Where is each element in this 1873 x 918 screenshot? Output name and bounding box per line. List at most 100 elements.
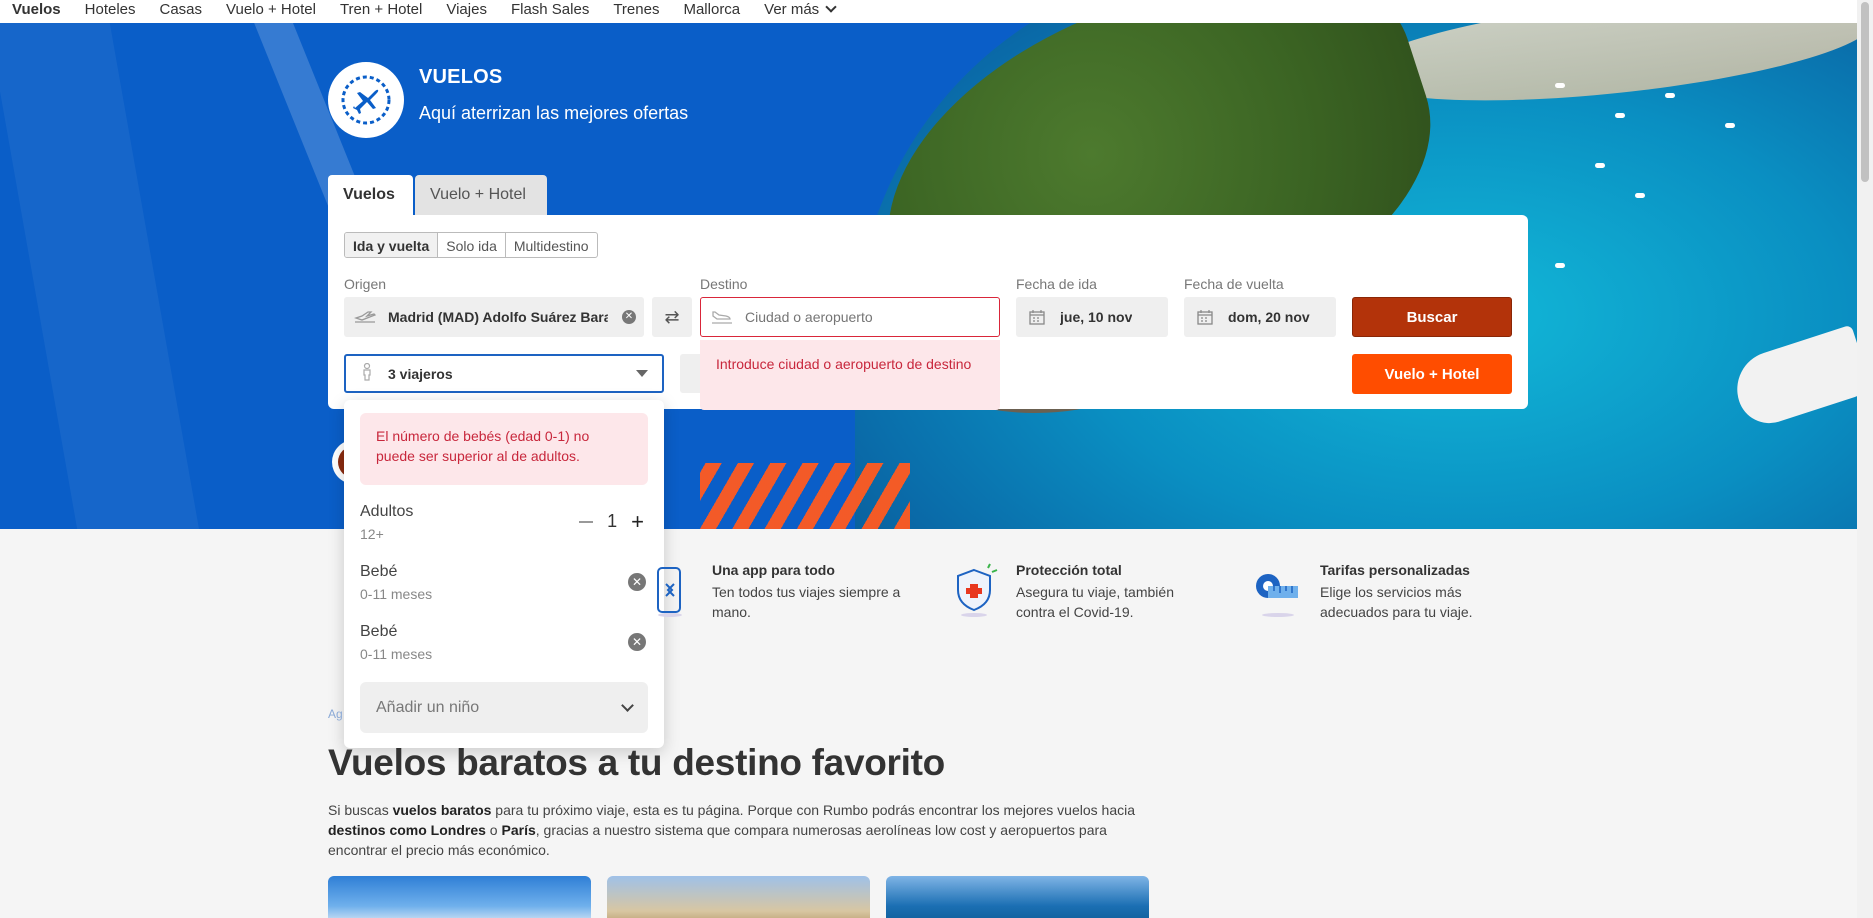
plane-landing-icon	[711, 306, 733, 328]
adults-count: 1	[607, 511, 618, 531]
intro-link-paris[interactable]: París	[502, 822, 536, 838]
class-selector[interactable]	[680, 354, 700, 393]
destination-error-message: Introduce ciudad o aeropuerto de destino	[700, 340, 1000, 410]
intro-paragraph: Si buscas vuelos baratos para tu próximo…	[328, 800, 1148, 860]
infant-label: Bebé	[360, 563, 398, 580]
intro-link-london[interactable]: destinos como Londres	[328, 822, 486, 838]
adults-stepper: 1 +	[579, 510, 644, 532]
yacht-shape	[1727, 324, 1857, 432]
nav-flash-sales[interactable]: Flash Sales	[511, 2, 589, 17]
plane-logo	[328, 62, 404, 138]
nav-casas[interactable]: Casas	[160, 2, 203, 17]
caret-down-icon	[636, 370, 648, 377]
swap-button[interactable]: ⇄	[652, 297, 692, 337]
page-scrollbar[interactable]	[1857, 0, 1873, 918]
depart-date-label: Fecha de ida	[1016, 276, 1097, 292]
tab-vuelo-hotel[interactable]: Vuelo + Hotel	[415, 175, 547, 215]
boat-shape	[1555, 83, 1565, 88]
nav-mallorca[interactable]: Mallorca	[683, 2, 740, 17]
measuring-tape-icon	[1256, 574, 1298, 617]
feature-title: Protección total	[1016, 562, 1122, 578]
chevron-down-icon	[825, 1, 837, 13]
remove-infant-icon[interactable]: ✕	[628, 573, 646, 591]
search-button[interactable]: Buscar	[1352, 297, 1512, 337]
nav-hoteles[interactable]: Hoteles	[85, 2, 136, 17]
swap-arrows-icon: ⇄	[664, 306, 680, 327]
nav-vuelos[interactable]: Vuelos	[12, 2, 61, 17]
boat-shape	[1615, 113, 1625, 118]
infant-label: Bebé	[360, 623, 398, 640]
depart-date-field[interactable]: jue, 10 nov	[1016, 297, 1168, 337]
origin-value: Madrid (MAD) Adolfo Suárez Barajas	[388, 309, 608, 325]
infant-age: 0-11 meses	[360, 586, 433, 602]
origin-label: Origen	[344, 276, 387, 292]
origin-field[interactable]: Madrid (MAD) Adolfo Suárez Barajas ✕	[344, 297, 644, 337]
feature-desc: Elige los servicios más adecuados para t…	[1320, 584, 1473, 620]
infant-age: 0-11 meses	[360, 646, 433, 662]
return-date-value: dom, 20 nov	[1228, 309, 1310, 325]
destination-field[interactable]	[700, 297, 1000, 337]
hero-title: VUELOS	[419, 66, 503, 88]
trip-type-selector: Ida y vuelta Solo ida Multidestino	[344, 232, 598, 258]
plane-takeoff-icon	[354, 306, 376, 328]
remove-infant-icon[interactable]: ✕	[628, 633, 646, 651]
add-child-label: Añadir un niño	[376, 698, 480, 716]
hero-subtitle: Aquí aterrizan las mejores ofertas	[419, 103, 689, 123]
breadcrumb[interactable]: Ag	[328, 707, 343, 721]
chevron-down-icon	[621, 699, 634, 712]
destination-label: Destino	[700, 276, 748, 292]
feature-desc: Asegura tu viaje, también contra el Covi…	[1016, 584, 1174, 620]
feature-desc: Ten todos tus viajes siempre a mano.	[712, 584, 901, 620]
nav-vuelo-hotel[interactable]: Vuelo + Hotel	[226, 2, 316, 17]
destination-card[interactable]	[886, 876, 1149, 918]
minus-icon[interactable]	[579, 520, 594, 523]
boat-shape	[1635, 193, 1645, 198]
travellers-value: 3 viajeros	[388, 365, 453, 382]
intro-text: Si buscas	[328, 802, 393, 818]
destination-card[interactable]	[607, 876, 870, 918]
return-date-field[interactable]: dom, 20 nov	[1184, 297, 1336, 337]
hero-decoration	[0, 23, 220, 529]
nav-ver-mas[interactable]: Ver más	[764, 1, 837, 18]
feature-title: Tarifas personalizadas	[1320, 562, 1470, 578]
destination-card[interactable]	[328, 876, 591, 918]
shield-icon	[957, 563, 998, 617]
flight-hotel-button[interactable]: Vuelo + Hotel	[1352, 354, 1512, 394]
page-heading: Vuelos baratos a tu destino favorito	[328, 742, 945, 783]
trip-type-round-trip[interactable]: Ida y vuelta	[345, 233, 439, 257]
boat-shape	[1555, 263, 1565, 268]
calendar-icon	[1194, 306, 1216, 328]
adults-age: 12+	[360, 526, 384, 542]
feature-title: Una app para todo	[712, 562, 835, 578]
calendar-icon	[1026, 306, 1048, 328]
infants-error-message: El número de bebés (edad 0-1) no puede s…	[360, 413, 648, 485]
scrollbar-thumb[interactable]	[1861, 2, 1869, 182]
return-date-label: Fecha de vuelta	[1184, 276, 1284, 292]
travellers-dropdown: El número de bebés (edad 0-1) no puede s…	[344, 400, 664, 748]
plus-icon[interactable]: +	[631, 510, 644, 532]
nav-trenes[interactable]: Trenes	[613, 2, 659, 17]
destination-input[interactable]	[745, 309, 975, 325]
trip-type-one-way[interactable]: Solo ida	[438, 233, 506, 257]
phone-app-icon	[657, 567, 682, 617]
tab-vuelos[interactable]: Vuelos	[328, 175, 413, 215]
depart-date-value: jue, 10 nov	[1060, 309, 1133, 325]
adults-label: Adultos	[360, 503, 414, 520]
promo-stripes	[700, 463, 910, 529]
top-nav: Vuelos Hoteles Casas Vuelo + Hotel Tren …	[0, 0, 1857, 23]
nav-tren-hotel[interactable]: Tren + Hotel	[340, 2, 422, 17]
person-icon	[356, 362, 378, 384]
trip-type-multi[interactable]: Multidestino	[506, 233, 597, 257]
add-child-select[interactable]: Añadir un niño	[360, 682, 648, 733]
clear-origin-icon[interactable]: ✕	[622, 310, 636, 324]
boat-shape	[1595, 163, 1605, 168]
intro-link-cheap-flights[interactable]: vuelos baratos	[393, 802, 492, 818]
nav-viajes[interactable]: Viajes	[446, 2, 487, 17]
plane-icon	[341, 75, 391, 125]
intro-text: para tu próximo viaje, esta es tu página…	[491, 802, 1135, 818]
boat-shape	[1725, 123, 1735, 128]
nav-ver-mas-label: Ver más	[764, 1, 820, 18]
boat-shape	[1665, 93, 1675, 98]
intro-text: o	[485, 822, 502, 838]
travellers-selector[interactable]: 3 viajeros	[344, 354, 664, 393]
